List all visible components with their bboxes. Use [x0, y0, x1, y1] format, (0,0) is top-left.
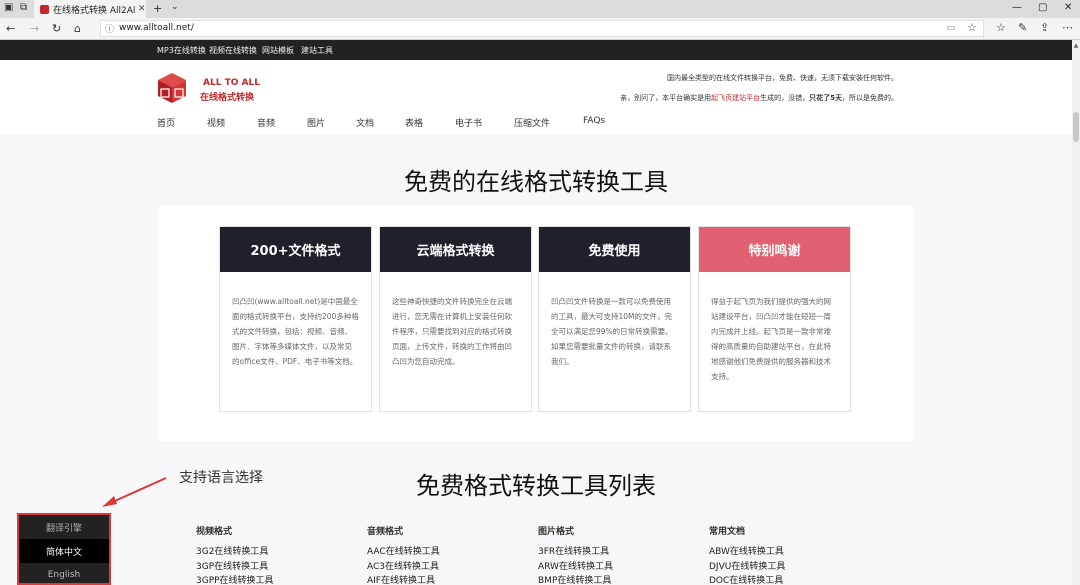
feature-card-title: 免费使用	[539, 227, 690, 272]
header-tagline: 国内最全类型的在线文件转换平台，免费、快速，无须下载安装任何软件。	[667, 74, 898, 82]
column-heading: 视频格式	[196, 527, 233, 537]
close-tab-icon[interactable]: ✕	[138, 4, 146, 14]
hero-title: 免费的在线格式转换工具	[404, 168, 668, 196]
tools-column-documents: 常用文档 ABW在线转换工具 DJVU在线转换工具 DOC在线转换工具	[709, 524, 785, 585]
language-selector: 翻译引擎 简体中文 English	[17, 513, 111, 585]
column-heading: 图片格式	[538, 527, 575, 537]
logo-cube-icon[interactable]	[156, 72, 188, 104]
header-note: 亲，别问了，本平台确实是用起飞页建站平台生成的，没错，只花了5天，所以是免费的。	[620, 93, 898, 103]
tool-link[interactable]: AIF在线转换工具	[367, 574, 440, 585]
tool-link[interactable]: AC3在线转换工具	[367, 560, 440, 575]
nav-home[interactable]: 首页	[157, 116, 175, 129]
url-field[interactable]: ⓘ www.alltoall.net/ ▭ ☆	[100, 20, 984, 37]
browser-tab-bar: ▣ ⧉ 在线格式转换 All2All | 免 ✕ + ⌄ — ▢ ✕	[0, 0, 1080, 18]
favorite-star-icon[interactable]: ☆	[967, 21, 977, 34]
feature-card-title: 200+文件格式	[220, 227, 371, 272]
page-scrollbar[interactable]: ▲	[1072, 40, 1080, 585]
translation-engine-label: 翻译引擎	[45, 523, 82, 534]
forward-icon[interactable]: →	[30, 22, 39, 35]
scrollbar-thumb[interactable]	[1073, 112, 1079, 142]
refresh-icon[interactable]: ↻	[52, 22, 61, 35]
favorites-icon[interactable]: ☆	[996, 21, 1006, 34]
language-option-english[interactable]: English	[19, 563, 109, 585]
tab-title: 在线格式转换 All2All | 免	[53, 5, 135, 16]
nav-image[interactable]: 图片	[307, 116, 325, 129]
tool-link[interactable]: DJVU在线转换工具	[709, 560, 785, 575]
tool-link[interactable]: 3G2在线转换工具	[196, 545, 274, 560]
browser-tab[interactable]: 在线格式转换 All2All | 免 ✕	[34, 0, 146, 18]
tool-link[interactable]: 3GPP在线转换工具	[196, 574, 274, 585]
feature-card-formats: 200+文件格式 凹凸凹(www.alltoall.net)是中国最全面的格式转…	[219, 226, 372, 412]
logo-text-en: ALL TO ALL	[203, 78, 260, 88]
address-bar-row: ← → ↻ ⌂ ⓘ www.alltoall.net/ ▭ ☆ ☆ ✎ ⇪ ⋯	[0, 18, 1080, 40]
header-note-part-b: 生成的，没错，	[760, 94, 810, 102]
feature-card-title: 云端格式转换	[380, 227, 531, 272]
language-option-simplified-chinese[interactable]: 简体中文	[19, 539, 109, 563]
site-favicon-icon	[40, 4, 49, 14]
back-icon[interactable]: ←	[6, 22, 15, 35]
header-note-part-c: ，所以是免费的。	[842, 94, 898, 102]
nav-video[interactable]: 视频	[207, 116, 225, 129]
minimize-icon[interactable]: —	[1012, 2, 1022, 13]
site-info-icon[interactable]: ⓘ	[105, 22, 114, 35]
scroll-up-icon[interactable]: ▲	[1072, 42, 1080, 49]
column-heading: 常用文档	[709, 527, 746, 537]
tool-link[interactable]: AAC在线转换工具	[367, 545, 440, 560]
tab-preview-chevron-icon[interactable]: ⌄	[171, 2, 179, 12]
tools-column-audio: 音频格式 AAC在线转换工具 AC3在线转换工具 AIF在线转换工具	[367, 524, 440, 585]
top-link-templates[interactable]: 网站模板	[262, 45, 294, 56]
top-link-mp3[interactable]: MP3在线转换	[157, 45, 206, 56]
top-link-video[interactable]: 视频在线转换	[209, 45, 257, 56]
column-heading: 音频格式	[367, 527, 404, 537]
tools-column-image: 图片格式 3FR在线转换工具 ARW在线转换工具 BMP在线转换工具	[538, 524, 613, 585]
set-aside-tabs-icon[interactable]: ⧉	[20, 2, 27, 13]
tool-link[interactable]: ABW在线转换工具	[709, 545, 785, 560]
tool-link[interactable]: ARW在线转换工具	[538, 560, 613, 575]
feature-card-text: 凹凸凹文件转换是一款可以免费使用的工具，最大可支持10M的文件，完全可以满足您9…	[551, 297, 673, 366]
header-note-bold: 只花了5天	[809, 94, 842, 102]
url-text: www.alltoall.net/	[119, 23, 194, 33]
header-note-link[interactable]: 起飞页建站平台	[711, 94, 760, 102]
nav-ebook[interactable]: 电子书	[455, 116, 482, 129]
more-icon[interactable]: ⋯	[1062, 21, 1073, 34]
maximize-icon[interactable]: ▢	[1038, 2, 1047, 13]
feature-card-title: 特别鸣谢	[699, 227, 850, 272]
nav-document[interactable]: 文档	[356, 116, 374, 129]
tools-column-video: 视频格式 3G2在线转换工具 3GP在线转换工具 3GPP在线转换工具	[196, 524, 274, 585]
reading-view-icon[interactable]: ▭	[946, 23, 955, 33]
nav-faqs[interactable]: FAQs	[583, 116, 605, 126]
feature-card-text: 凹凸凹(www.alltoall.net)是中国最全面的格式转换平台，支持约20…	[232, 297, 359, 366]
annotation-arrow-icon	[102, 477, 167, 507]
close-window-icon[interactable]: ✕	[1064, 2, 1072, 13]
tool-link[interactable]: BMP在线转换工具	[538, 574, 613, 585]
feature-card-cloud: 云端格式转换 这些神奇快捷的文件转换完全在云端进行，您无需在计算机上安装任何软件…	[379, 226, 532, 412]
tab-actions-icon[interactable]: ▣	[4, 2, 13, 13]
feature-card-text: 这些神奇快捷的文件转换完全在云端进行，您无需在计算机上安装任何软件程序，只需要找…	[392, 297, 512, 366]
share-icon[interactable]: ⇪	[1040, 21, 1049, 34]
nav-spreadsheet[interactable]: 表格	[405, 116, 423, 129]
header-note-part-a: 亲，别问了，本平台确实是用	[620, 94, 712, 102]
web-note-icon[interactable]: ✎	[1018, 21, 1027, 34]
feature-card-thanks: 特别鸣谢 得益于起飞页为我们提供的强大的网站建设平台，凹凸凹才能在短短一周内完成…	[698, 226, 851, 412]
new-tab-icon[interactable]: +	[153, 2, 162, 15]
home-icon[interactable]: ⌂	[74, 22, 81, 35]
logo-text-cn: 在线格式转换	[200, 93, 255, 103]
annotation-label: 支持语言选择	[179, 470, 263, 486]
site-header: ALL TO ALL 在线格式转换 国内最全类型的在线文件转换平台，免费、快速，…	[0, 60, 1072, 134]
top-link-tools[interactable]: 建站工具	[301, 45, 333, 56]
site-top-strip: MP3在线转换 视频在线转换 网站模板 建站工具	[0, 40, 1072, 60]
nav-archive[interactable]: 压缩文件	[514, 116, 550, 129]
feature-card-text: 得益于起飞页为我们提供的强大的网站建设平台，凹凸凹才能在短短一周内完成并上线。起…	[711, 297, 831, 381]
nav-audio[interactable]: 音频	[257, 116, 275, 129]
tool-link[interactable]: 3FR在线转换工具	[538, 545, 613, 560]
tool-link[interactable]: DOC在线转换工具	[709, 574, 785, 585]
feature-card-free: 免费使用 凹凸凹文件转换是一款可以免费使用的工具，最大可支持10M的文件，完全可…	[538, 226, 691, 412]
tool-link[interactable]: 3GP在线转换工具	[196, 560, 274, 575]
